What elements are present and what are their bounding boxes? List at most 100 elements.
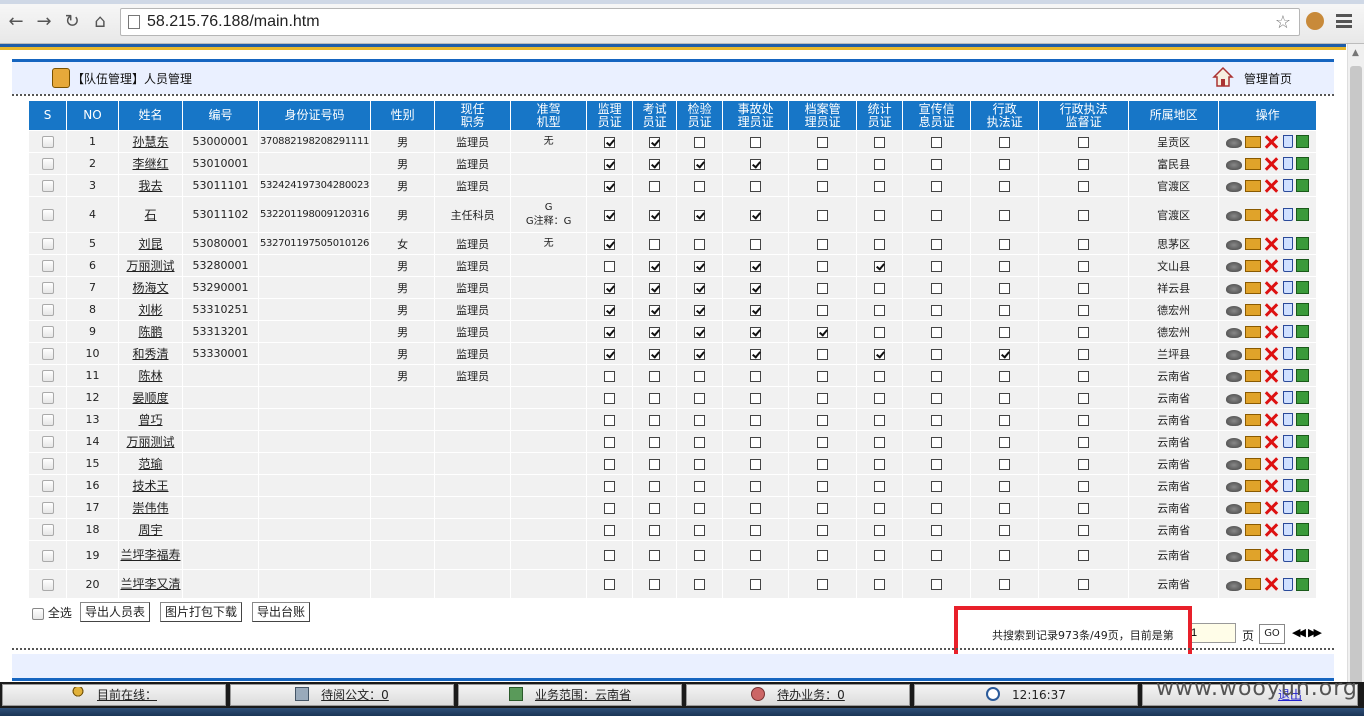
- view-icon[interactable]: [1226, 306, 1243, 316]
- delete-x-icon[interactable]: [1264, 413, 1280, 427]
- edit-folder-icon[interactable]: [1245, 135, 1262, 148]
- delete-x-icon[interactable]: [1264, 523, 1280, 537]
- view-icon[interactable]: [1226, 526, 1243, 536]
- view-icon[interactable]: [1226, 160, 1243, 170]
- view-icon[interactable]: [1226, 328, 1243, 338]
- delete-x-icon[interactable]: [1264, 325, 1280, 339]
- view-icon[interactable]: [1226, 284, 1243, 294]
- row-select-checkbox[interactable]: [41, 209, 54, 221]
- photo-icon[interactable]: [1296, 259, 1310, 272]
- status-scope[interactable]: 业务范围：云南省: [458, 684, 682, 706]
- trash-icon[interactable]: [1283, 135, 1294, 148]
- row-select-checkbox[interactable]: [41, 180, 54, 192]
- export-ledger-button[interactable]: 导出台账: [252, 602, 311, 622]
- trash-icon[interactable]: [1283, 369, 1294, 382]
- view-icon[interactable]: [1226, 372, 1243, 382]
- photo-icon[interactable]: [1296, 523, 1310, 536]
- status-todo[interactable]: 待办业务：0: [686, 684, 910, 706]
- photo-icon[interactable]: [1296, 479, 1310, 492]
- scroll-up-icon[interactable]: ▲: [1352, 48, 1359, 58]
- edit-folder-icon[interactable]: [1245, 208, 1262, 221]
- bookmark-star-icon[interactable]: ☆: [1275, 9, 1291, 35]
- edit-folder-icon[interactable]: [1245, 578, 1262, 590]
- row-select-checkbox[interactable]: [41, 348, 54, 360]
- row-select-checkbox[interactable]: [41, 578, 54, 591]
- first-page-icon[interactable]: ◀◀: [1292, 626, 1306, 639]
- export-staff-button[interactable]: 导出人员表: [80, 602, 151, 622]
- forward-icon[interactable]: →: [34, 12, 54, 32]
- photo-icon[interactable]: [1296, 179, 1310, 192]
- photo-icon[interactable]: [1296, 435, 1310, 448]
- staff-name-link[interactable]: 范瑜: [118, 452, 183, 475]
- trash-icon[interactable]: [1283, 501, 1294, 514]
- delete-x-icon[interactable]: [1264, 457, 1280, 471]
- view-icon[interactable]: [1226, 551, 1243, 562]
- staff-name-link[interactable]: 刘昆: [118, 232, 183, 255]
- staff-name-link[interactable]: 杨海文: [118, 276, 183, 299]
- row-select-checkbox[interactable]: [41, 549, 54, 562]
- trash-icon[interactable]: [1283, 237, 1294, 250]
- delete-x-icon[interactable]: [1264, 391, 1280, 405]
- status-pending-docs[interactable]: 待阅公文：0: [230, 684, 454, 706]
- delete-x-icon[interactable]: [1264, 281, 1280, 295]
- edit-folder-icon[interactable]: [1245, 281, 1262, 294]
- staff-name-link[interactable]: 孙慧东: [118, 130, 183, 153]
- staff-name-link[interactable]: 万丽测试: [118, 430, 183, 453]
- photo-icon[interactable]: [1296, 391, 1310, 404]
- go-button[interactable]: GO: [1259, 624, 1285, 644]
- delete-x-icon[interactable]: [1264, 347, 1280, 361]
- trash-icon[interactable]: [1283, 435, 1294, 448]
- staff-name-link[interactable]: 刘彬: [118, 298, 183, 321]
- home-link[interactable]: 管理首页: [1244, 70, 1292, 87]
- staff-name-link[interactable]: 曾巧: [118, 408, 183, 431]
- row-select-checkbox[interactable]: [41, 502, 54, 514]
- staff-name-link[interactable]: 兰坪李又清: [118, 569, 183, 599]
- edit-folder-icon[interactable]: [1245, 549, 1262, 561]
- edit-folder-icon[interactable]: [1245, 457, 1262, 470]
- row-select-checkbox[interactable]: [41, 414, 54, 426]
- download-photos-button[interactable]: 图片打包下载: [160, 602, 243, 622]
- vertical-scrollbar[interactable]: ▲: [1347, 44, 1364, 706]
- edit-folder-icon[interactable]: [1245, 523, 1262, 536]
- delete-x-icon[interactable]: [1264, 369, 1280, 383]
- row-select-checkbox[interactable]: [41, 136, 54, 148]
- photo-icon[interactable]: [1296, 157, 1310, 170]
- checkbox[interactable]: [32, 607, 44, 620]
- edit-folder-icon[interactable]: [1245, 369, 1262, 382]
- edit-folder-icon[interactable]: [1245, 435, 1262, 448]
- row-select-checkbox[interactable]: [41, 326, 54, 338]
- staff-name-link[interactable]: 和秀清: [118, 342, 183, 365]
- view-icon[interactable]: [1226, 416, 1243, 426]
- delete-x-icon[interactable]: [1264, 303, 1280, 317]
- row-select-checkbox[interactable]: [41, 436, 54, 448]
- delete-x-icon[interactable]: [1264, 135, 1280, 149]
- trash-icon[interactable]: [1283, 457, 1294, 470]
- edit-folder-icon[interactable]: [1245, 391, 1262, 404]
- view-icon[interactable]: [1226, 138, 1243, 148]
- delete-x-icon[interactable]: [1264, 577, 1280, 591]
- row-select-checkbox[interactable]: [41, 392, 54, 404]
- staff-name-link[interactable]: 李继红: [118, 152, 183, 175]
- edit-folder-icon[interactable]: [1245, 479, 1262, 492]
- trash-icon[interactable]: [1283, 208, 1294, 221]
- trash-icon[interactable]: [1283, 157, 1294, 170]
- delete-x-icon[interactable]: [1264, 157, 1280, 171]
- row-select-checkbox[interactable]: [41, 524, 54, 536]
- last-page-icon[interactable]: ▶▶: [1308, 626, 1322, 639]
- trash-icon[interactable]: [1283, 548, 1294, 562]
- trash-icon[interactable]: [1283, 281, 1294, 294]
- row-select-checkbox[interactable]: [41, 260, 54, 272]
- staff-name-link[interactable]: 兰坪李福寿: [118, 540, 183, 570]
- status-online[interactable]: 目前在线：: [2, 684, 226, 706]
- trash-icon[interactable]: [1283, 391, 1294, 404]
- select-all-checkbox[interactable]: 全选: [32, 604, 72, 621]
- scroll-thumb[interactable]: [1350, 66, 1362, 706]
- address-bar[interactable]: 58.215.76.188/main.htm ☆: [120, 8, 1300, 36]
- edit-folder-icon[interactable]: [1245, 325, 1262, 338]
- edit-folder-icon[interactable]: [1245, 413, 1262, 426]
- back-icon[interactable]: ←: [6, 12, 26, 32]
- staff-name-link[interactable]: 石: [118, 196, 183, 233]
- edit-folder-icon[interactable]: [1245, 157, 1262, 170]
- edit-folder-icon[interactable]: [1245, 347, 1262, 360]
- delete-x-icon[interactable]: [1264, 479, 1280, 493]
